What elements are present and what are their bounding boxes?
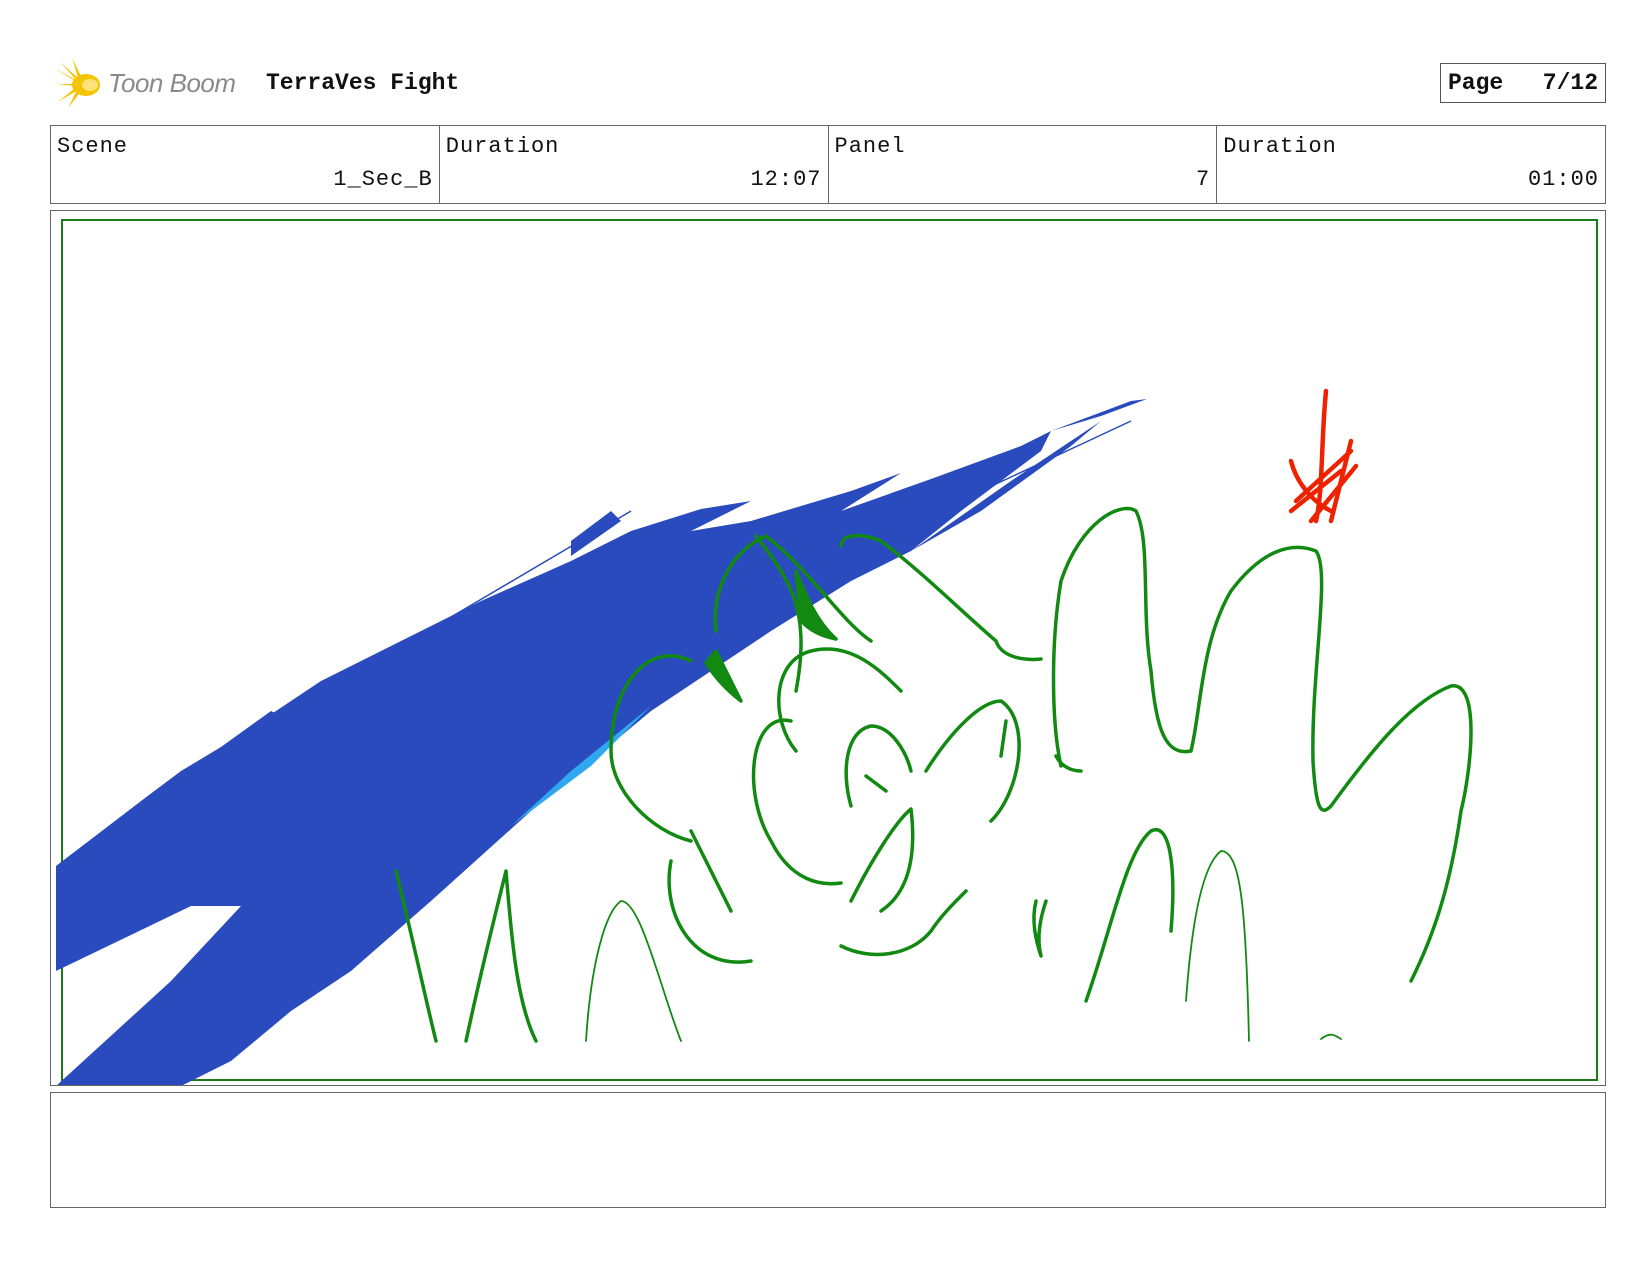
project-title: TerraVes Fight bbox=[266, 70, 460, 96]
page-number: 7/12 bbox=[1542, 70, 1598, 96]
panel-duration-cell: Duration 01:00 bbox=[1217, 126, 1605, 203]
panel-value: 7 bbox=[1196, 167, 1211, 192]
panel-sketch bbox=[56, 219, 1598, 1085]
panel-label: Panel bbox=[834, 134, 906, 159]
page-label: Page bbox=[1448, 70, 1504, 96]
page-header: Toon Boom TerraVes Fight Page 7/12 bbox=[50, 50, 1606, 110]
panel-info-table: Scene 1_Sec_B Duration 12:07 Panel 7 Dur… bbox=[50, 125, 1606, 204]
scene-label: Scene bbox=[57, 134, 129, 159]
page-indicator: Page 7/12 bbox=[1440, 63, 1606, 103]
toon-boom-logo-icon bbox=[54, 58, 100, 108]
blue-blast-sketch bbox=[56, 399, 1147, 1085]
panel-duration-value: 01:00 bbox=[1527, 167, 1599, 192]
scene-cell: Scene 1_Sec_B bbox=[51, 126, 440, 203]
panel-notes-box bbox=[50, 1092, 1606, 1208]
scene-duration-cell: Duration 12:07 bbox=[440, 126, 829, 203]
scene-value: 1_Sec_B bbox=[333, 167, 433, 192]
green-thin-lines bbox=[585, 850, 1342, 1042]
scene-duration-value: 12:07 bbox=[750, 167, 822, 192]
red-sketch-mark bbox=[1288, 388, 1359, 524]
storyboard-panel bbox=[50, 210, 1606, 1086]
panel-duration-label: Duration bbox=[1223, 134, 1337, 159]
panel-cell: Panel 7 bbox=[829, 126, 1218, 203]
scene-duration-label: Duration bbox=[445, 134, 560, 159]
brand-name: Toon Boom bbox=[108, 68, 236, 98]
